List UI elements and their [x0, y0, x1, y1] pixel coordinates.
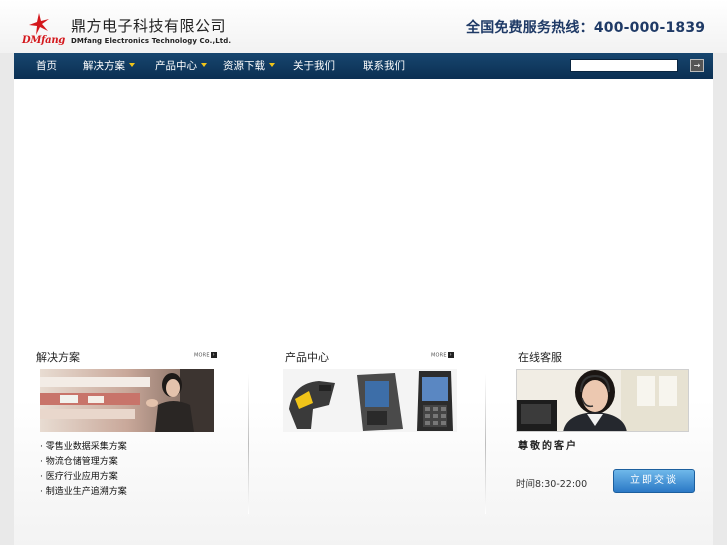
header: DMfang 鼎方电子科技有限公司 DMfang Electronics Tec… — [0, 0, 727, 53]
nav-item-solutions[interactable]: 解决方案 — [83, 53, 135, 79]
nav-item-home[interactable]: 首页 — [36, 53, 57, 79]
service-title: 在线客服 — [518, 351, 562, 364]
more-label: MORE — [431, 352, 447, 359]
column-divider — [248, 374, 249, 514]
nav-item-about[interactable]: 关于我们 — [293, 53, 335, 79]
arrow-right-icon: › — [210, 352, 217, 358]
main-content: 解决方案 MORE› · 零售业数据采集方案 · 物流仓储管理方案 · 医疗行 — [14, 79, 713, 545]
list-item[interactable]: · 制造业生产追溯方案 — [40, 485, 127, 500]
logo-text[interactable]: DMfang — [22, 35, 65, 46]
nav-label: 首页 — [36, 60, 57, 72]
logo-star-icon[interactable] — [27, 12, 51, 36]
chat-now-button[interactable]: 立即交谈 — [613, 469, 695, 493]
service-greeting: 尊敬的客户 — [518, 441, 578, 452]
products-title: 产品中心 — [285, 351, 329, 364]
hotline: 全国免费服务热线：400-000-1839 — [466, 17, 705, 37]
more-label: MORE — [194, 352, 210, 359]
barcode-scanners-image — [283, 369, 457, 432]
chevron-down-icon — [129, 63, 135, 67]
service-hours: 时间8:30-22:00 — [516, 479, 588, 490]
search-input[interactable] — [570, 59, 678, 72]
column-divider — [485, 374, 486, 514]
nav-item-contact[interactable]: 联系我们 — [363, 53, 405, 79]
products-image[interactable] — [283, 369, 457, 432]
list-item[interactable]: · 物流仓储管理方案 — [40, 455, 127, 470]
arrow-right-icon: › — [447, 352, 454, 358]
nav-label: 产品中心 — [155, 60, 197, 72]
nav-label: 解决方案 — [83, 60, 125, 72]
supermarket-shopper-image — [40, 369, 214, 432]
nav-label: 联系我们 — [363, 60, 405, 72]
company-name-en: DMfang Electronics Technology Co.,Ltd. — [71, 37, 232, 45]
list-item[interactable]: · 零售业数据采集方案 — [40, 440, 127, 455]
company-name-cn: 鼎方电子科技有限公司 — [71, 17, 227, 35]
chevron-down-icon — [269, 63, 275, 67]
solutions-image[interactable] — [40, 369, 214, 432]
nav-label: 资源下载 — [223, 60, 265, 72]
solutions-more-link[interactable]: MORE › — [194, 352, 217, 359]
nav-item-downloads[interactable]: 资源下载 — [223, 53, 275, 79]
hotline-number: 400-000-1839 — [593, 20, 706, 36]
nav-item-products[interactable]: 产品中心 — [155, 53, 207, 79]
solutions-title: 解决方案 — [36, 351, 80, 364]
solutions-list: · 零售业数据采集方案 · 物流仓储管理方案 · 医疗行业应用方案 · 制造业生… — [40, 440, 127, 500]
list-item[interactable]: · 医疗行业应用方案 — [40, 470, 127, 485]
customer-service-agent-image — [517, 370, 688, 431]
nav-label: 关于我们 — [293, 60, 335, 72]
service-image[interactable] — [516, 369, 689, 432]
products-more-link[interactable]: MORE › — [431, 352, 454, 359]
hotline-label: 全国免费服务热线： — [466, 20, 594, 36]
search-button[interactable]: → — [690, 59, 704, 72]
main-nav: 首页 解决方案 产品中心 资源下载 关于我们 联系我们 → — [14, 53, 713, 79]
chevron-down-icon — [201, 63, 207, 67]
